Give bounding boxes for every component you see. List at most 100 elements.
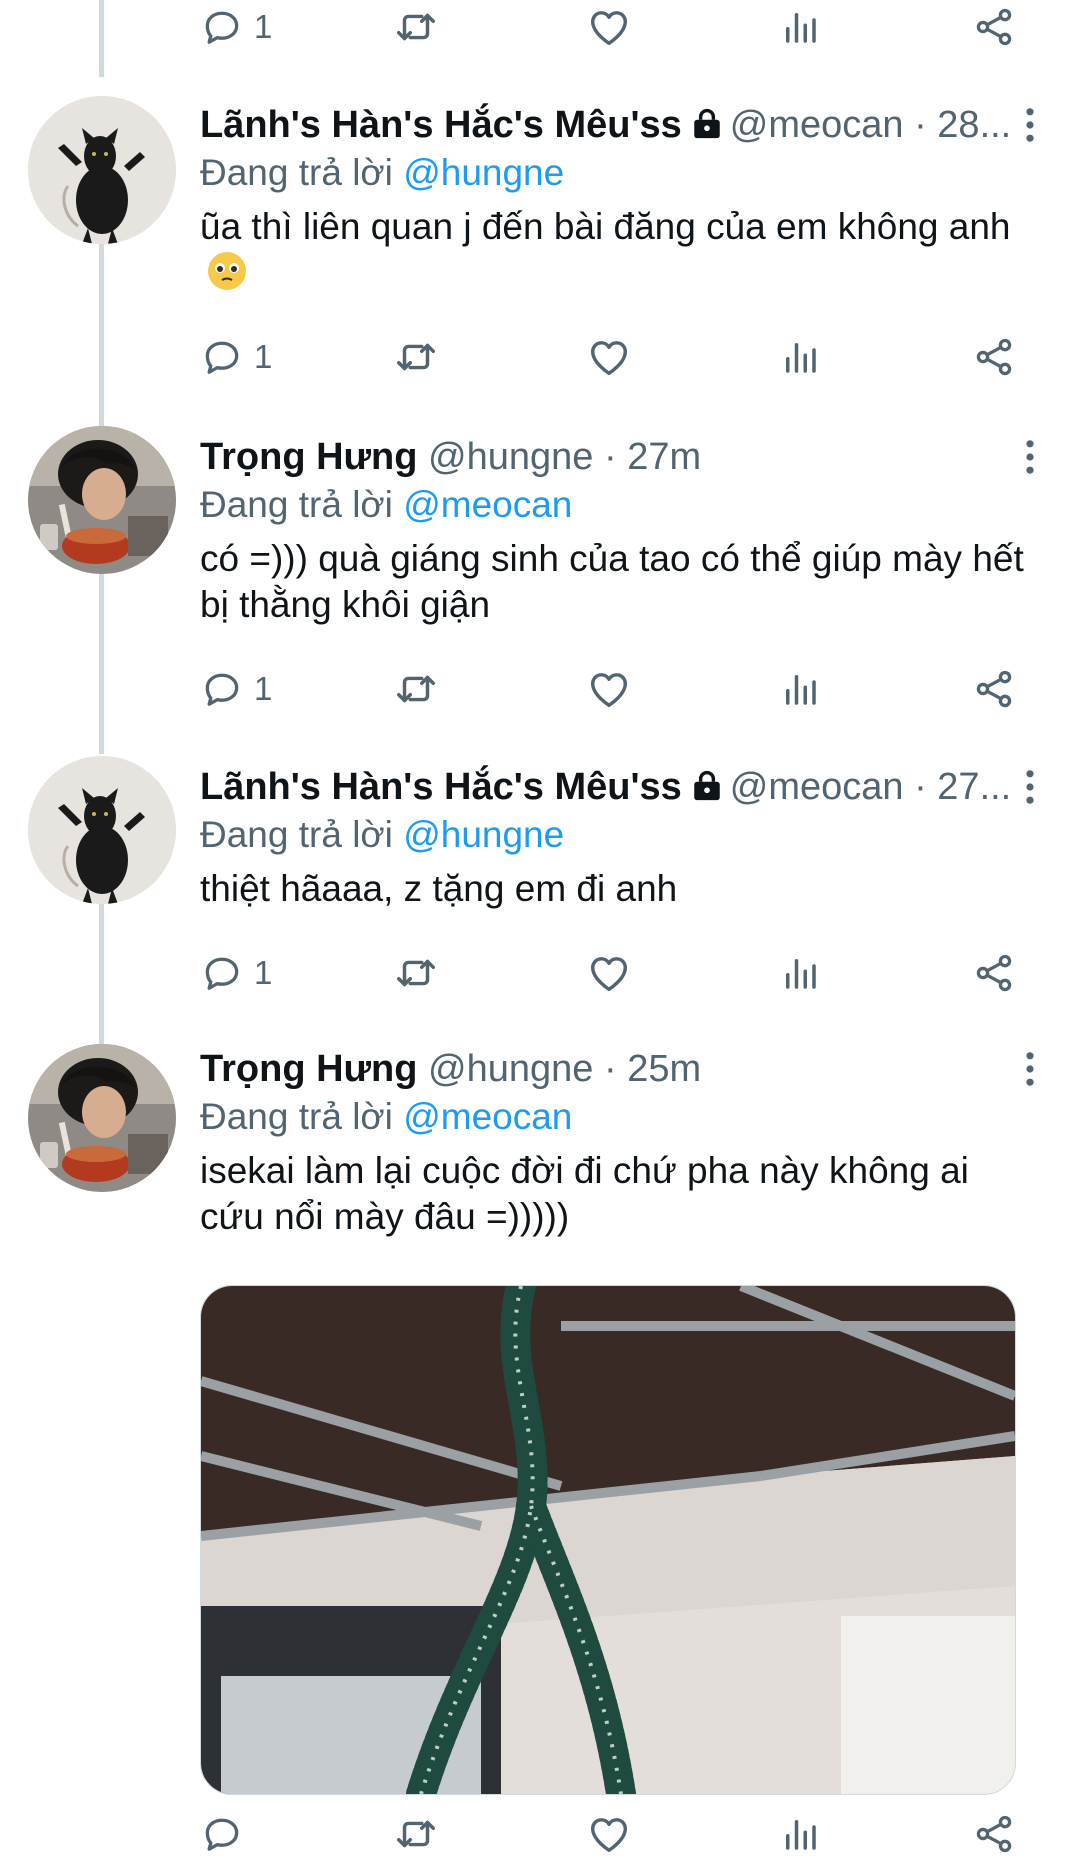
mention-link[interactable]: @meocan <box>403 484 572 525</box>
handle-timestamp[interactable]: @meocan · 28... <box>730 104 1011 146</box>
handle-timestamp[interactable]: @meocan · 27... <box>730 766 1011 808</box>
share-icon <box>972 667 1016 711</box>
like-button[interactable] <box>586 948 632 998</box>
reply-icon <box>200 951 244 995</box>
handle-timestamp[interactable]: @hungne · 25m <box>428 1048 701 1090</box>
views-button[interactable] <box>779 664 821 714</box>
lock-icon <box>690 107 724 141</box>
like-button[interactable] <box>586 2 632 52</box>
avatar[interactable] <box>28 756 176 904</box>
reply-icon <box>200 1812 244 1856</box>
share-button[interactable] <box>972 948 1016 998</box>
reply-button[interactable] <box>200 1809 254 1859</box>
views-button[interactable] <box>779 1809 821 1859</box>
views-icon <box>779 336 821 378</box>
reply-context: Đang trả lời @meocan <box>200 1094 1040 1140</box>
retweet-icon <box>393 950 439 996</box>
display-name[interactable]: Lãnh's Hàn's Hắc's Mêu'ss <box>200 766 682 808</box>
retweet-button[interactable] <box>393 2 439 52</box>
reply-button[interactable]: 1 <box>200 332 272 382</box>
reply-icon <box>200 335 244 379</box>
share-icon <box>972 335 1016 379</box>
more-button[interactable] <box>1012 764 1040 810</box>
reply-prefix: Đang trả lời <box>200 814 393 855</box>
reply-count: 1 <box>254 338 273 375</box>
tweet-header: Trọng Hưng @hungne · 25m <box>200 1046 1040 1092</box>
reply-context: Đang trả lời @hungne <box>200 150 1040 196</box>
tweet-media-image[interactable] <box>200 1285 1016 1795</box>
avatar-image <box>28 96 176 244</box>
share-button[interactable] <box>972 2 1016 52</box>
views-icon <box>779 668 821 710</box>
views-button[interactable] <box>779 2 821 52</box>
mention-link[interactable]: @meocan <box>403 1096 572 1137</box>
share-button[interactable] <box>972 332 1016 382</box>
reply-count: 1 <box>254 954 273 991</box>
handle-timestamp[interactable]: @hungne · 27m <box>428 436 701 478</box>
reply-count: 1 <box>254 670 273 707</box>
lock-icon <box>690 769 724 803</box>
retweet-icon <box>393 334 439 380</box>
tweet-text-content: ũa thì liên quan j đến bài đăng của em k… <box>200 206 1011 247</box>
reply-icon <box>200 667 244 711</box>
views-icon <box>779 1813 821 1855</box>
reply-button[interactable]: 1 <box>200 948 272 998</box>
like-icon <box>586 4 632 50</box>
views-icon <box>779 6 821 48</box>
retweet-icon <box>393 666 439 712</box>
more-icon <box>1025 107 1035 143</box>
tinsel-photo <box>201 1286 1015 1794</box>
more-icon <box>1025 769 1035 805</box>
reply-context: Đang trả lời @meocan <box>200 482 1040 528</box>
retweet-icon <box>393 4 439 50</box>
mention-link[interactable]: @hungne <box>403 814 564 855</box>
display-name[interactable]: Trọng Hưng <box>200 436 417 478</box>
avatar[interactable] <box>28 96 176 244</box>
thread-line <box>99 238 104 426</box>
reply-button[interactable]: 1 <box>200 664 272 714</box>
share-button[interactable] <box>972 1809 1016 1859</box>
display-name[interactable]: Trọng Hưng <box>200 1048 417 1090</box>
tweet-actions: 1 <box>200 2 1020 52</box>
reply-prefix: Đang trả lời <box>200 484 393 525</box>
retweet-button[interactable] <box>393 1809 439 1859</box>
views-button[interactable] <box>779 332 821 382</box>
tweet-header: Lãnh's Hàn's Hắc's Mêu'ss @meocan · 27... <box>200 764 1040 810</box>
retweet-icon <box>393 1811 439 1857</box>
more-button[interactable] <box>1012 1046 1040 1092</box>
more-button[interactable] <box>1012 102 1040 148</box>
tweet-text: isekai làm lại cuộc đời đi chứ pha này k… <box>200 1150 969 1237</box>
reply-icon <box>200 5 244 49</box>
like-button[interactable] <box>586 1809 632 1859</box>
reply-count: 1 <box>254 8 273 45</box>
more-button[interactable] <box>1012 434 1040 480</box>
tweet-header: Trọng Hưng @hungne · 27m <box>200 434 1040 480</box>
like-button[interactable] <box>586 664 632 714</box>
mention-link[interactable]: @hungne <box>403 152 564 193</box>
reply-context: Đang trả lời @hungne <box>200 812 1040 858</box>
share-icon <box>972 951 1016 995</box>
retweet-button[interactable] <box>393 332 439 382</box>
display-name[interactable]: Lãnh's Hàn's Hắc's Mêu'ss <box>200 104 682 146</box>
retweet-button[interactable] <box>393 664 439 714</box>
tweet-header: Lãnh's Hàn's Hắc's Mêu'ss @meocan · 28... <box>200 102 1040 148</box>
thread-line <box>99 900 104 1044</box>
thread-line <box>99 568 104 754</box>
tweet-text: có =))) quà giáng sinh của tao có thể gi… <box>200 538 1024 625</box>
avatar-image <box>28 1044 176 1192</box>
like-icon <box>586 666 632 712</box>
pleading-face-emoji <box>208 252 246 290</box>
reply-prefix: Đang trả lời <box>200 152 393 193</box>
share-button[interactable] <box>972 664 1016 714</box>
reply-button[interactable]: 1 <box>200 2 272 52</box>
like-button[interactable] <box>586 332 632 382</box>
retweet-button[interactable] <box>393 948 439 998</box>
like-icon <box>586 1811 632 1857</box>
more-icon <box>1025 1051 1035 1087</box>
avatar[interactable] <box>28 426 176 574</box>
avatar-image <box>28 756 176 904</box>
views-button[interactable] <box>779 948 821 998</box>
avatar[interactable] <box>28 1044 176 1192</box>
tweet-text: ũa thì liên quan j đến bài đăng của em k… <box>200 204 1040 297</box>
reply-prefix: Đang trả lời <box>200 1096 393 1137</box>
